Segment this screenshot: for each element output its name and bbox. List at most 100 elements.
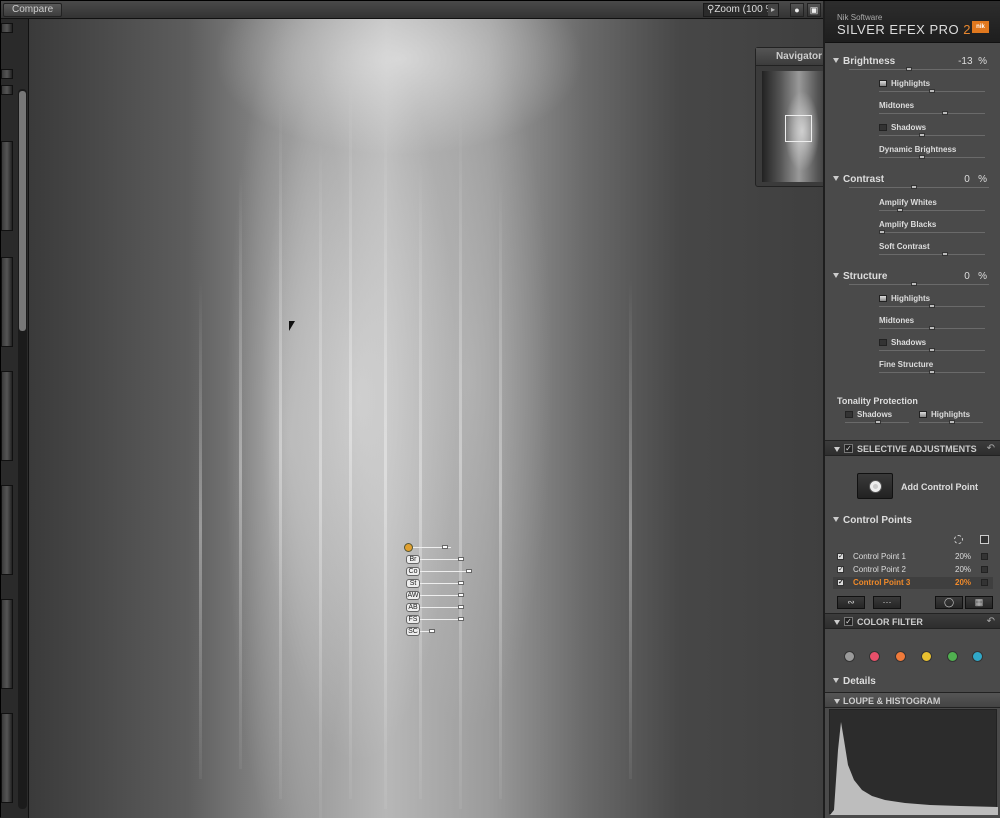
cp-slider-handle[interactable] — [466, 569, 472, 573]
structure-midtones-slider[interactable] — [879, 326, 985, 330]
delete-point-icon[interactable]: ▦ — [965, 596, 993, 609]
slider-handle[interactable] — [879, 230, 885, 234]
color-filter-enable-checkbox[interactable]: ✓ — [844, 617, 853, 626]
slider-handle[interactable] — [911, 282, 917, 286]
collapse-triangle-icon[interactable] — [834, 699, 840, 704]
structure-shadows-label[interactable]: Shadows — [879, 338, 926, 347]
cp-slider-handle[interactable] — [458, 557, 464, 561]
yellow-filter-swatch[interactable] — [921, 651, 932, 662]
collapse-triangle-icon[interactable] — [833, 678, 839, 683]
structure-highlights-slider[interactable] — [879, 304, 985, 308]
toggle-icon[interactable] — [919, 411, 927, 418]
filmstrip-thumb[interactable] — [1, 23, 13, 33]
slider-handle[interactable] — [911, 185, 917, 189]
filmstrip-thumb[interactable] — [1, 371, 13, 461]
loupe-histogram-bar[interactable]: LOUPE & HISTOGRAM — [825, 692, 1000, 708]
color-filter-bar[interactable]: ✓ COLOR FILTER ↶ — [825, 613, 1000, 629]
slider-handle[interactable] — [942, 111, 948, 115]
toggle-icon[interactable] — [879, 295, 887, 302]
show-mask-icon[interactable] — [954, 535, 963, 544]
filmstrip-scrollbar[interactable] — [18, 89, 27, 809]
selective-adjustments-bar[interactable]: ✓ SELECTIVE ADJUSTMENTS ↶ — [825, 440, 1000, 456]
orange-filter-swatch[interactable] — [895, 651, 906, 662]
compare-button[interactable]: Compare — [3, 3, 63, 17]
control-point-center[interactable] — [404, 543, 413, 552]
cp-visibility-checkbox[interactable]: ✓ — [837, 579, 844, 586]
toggle-icon[interactable] — [845, 411, 853, 418]
tonality-highlights-label[interactable]: Highlights — [919, 410, 970, 419]
cp-select-box[interactable] — [981, 553, 988, 560]
red-filter-swatch[interactable] — [869, 651, 880, 662]
filmstrip-thumb[interactable] — [1, 599, 13, 689]
navigator-viewport-rect[interactable] — [785, 115, 812, 142]
structure-slider[interactable] — [849, 282, 989, 286]
undo-icon[interactable]: ↶ — [987, 616, 995, 627]
add-control-point-button[interactable] — [857, 473, 893, 499]
filmstrip-thumb[interactable] — [1, 257, 13, 347]
cp-radius-handle[interactable] — [442, 545, 448, 549]
light-bulb-icon[interactable]: ● — [790, 3, 804, 17]
slider-handle[interactable] — [906, 67, 912, 71]
group-points-icon[interactable]: ∾ — [837, 596, 865, 609]
slider-handle[interactable] — [929, 370, 935, 374]
collapse-triangle-icon[interactable] — [834, 447, 840, 452]
tonality-shadows-label[interactable]: Shadows — [845, 410, 892, 419]
structure-section[interactable]: Structure — [833, 271, 887, 282]
tonality-shadows-slider[interactable] — [845, 420, 909, 424]
contrast-section[interactable]: Contrast — [833, 174, 884, 185]
slider-handle[interactable] — [919, 155, 925, 159]
soft-contrast-slider[interactable] — [879, 252, 985, 256]
zoom-select[interactable]: ⚲Zoom (100 %) ▸ — [703, 3, 779, 17]
collapse-triangle-icon[interactable] — [834, 620, 840, 625]
ungroup-points-icon[interactable]: ⋯ — [873, 596, 901, 609]
split-view-icon[interactable]: ▣ — [807, 3, 821, 17]
brightness-highlights-label[interactable]: Highlights — [879, 79, 930, 88]
fine-structure-slider[interactable] — [879, 370, 985, 374]
collapse-triangle-icon[interactable] — [833, 176, 839, 181]
selective-enable-checkbox[interactable]: ✓ — [844, 444, 853, 453]
contrast-slider[interactable] — [849, 185, 989, 189]
brightness-slider[interactable] — [849, 67, 989, 71]
select-all-icon[interactable] — [980, 535, 989, 544]
undo-icon[interactable]: ↶ — [987, 443, 995, 454]
brightness-shadows-slider[interactable] — [879, 133, 985, 137]
collapse-triangle-icon[interactable] — [833, 273, 839, 278]
filmstrip-thumb[interactable] — [1, 485, 13, 575]
toggle-icon[interactable] — [879, 339, 887, 346]
blue-filter-swatch[interactable] — [972, 651, 983, 662]
slider-handle[interactable] — [929, 348, 935, 352]
control-point-row[interactable]: ✓ Control Point 1 20% — [833, 551, 993, 563]
cp-slider-handle[interactable] — [458, 617, 464, 621]
navigator-thumbnail[interactable] — [762, 71, 823, 182]
amplify-whites-slider[interactable] — [879, 208, 985, 212]
slider-handle[interactable] — [919, 133, 925, 137]
structure-highlights-label[interactable]: Highlights — [879, 294, 930, 303]
filmstrip-thumb[interactable] — [1, 141, 13, 231]
image-canvas[interactable]: Navigator Br Co St AW AB FS SC — [29, 19, 823, 818]
slider-handle[interactable] — [929, 304, 935, 308]
cp-slider-handle[interactable] — [429, 629, 435, 633]
control-points-section[interactable]: Control Points — [833, 515, 912, 526]
brightness-section[interactable]: Brightness — [833, 56, 895, 67]
brightness-midtones-slider[interactable] — [879, 111, 985, 115]
cp-select-box[interactable] — [981, 566, 988, 573]
amplify-blacks-slider[interactable] — [879, 230, 985, 234]
collapse-triangle-icon[interactable] — [833, 58, 839, 63]
dynamic-brightness-slider[interactable] — [879, 155, 985, 159]
cp-select-box[interactable] — [981, 579, 988, 586]
zoom-arrow-icon[interactable]: ▸ — [768, 4, 778, 16]
slider-handle[interactable] — [942, 252, 948, 256]
toggle-icon[interactable] — [879, 80, 887, 87]
slider-handle[interactable] — [897, 208, 903, 212]
details-section[interactable]: Details — [833, 676, 876, 687]
brightness-shadows-label[interactable]: Shadows — [879, 123, 926, 132]
cp-slider-handle[interactable] — [458, 581, 464, 585]
control-point-row-selected[interactable]: ✓ Control Point 3 20% — [833, 577, 993, 589]
cp-visibility-checkbox[interactable]: ✓ — [837, 553, 844, 560]
slider-handle[interactable] — [929, 89, 935, 93]
slider-handle[interactable] — [949, 420, 955, 424]
duplicate-point-icon[interactable]: ◯ — [935, 596, 963, 609]
filmstrip-thumb[interactable] — [1, 713, 13, 803]
filmstrip-thumb[interactable] — [1, 69, 13, 79]
collapse-triangle-icon[interactable] — [833, 517, 839, 522]
